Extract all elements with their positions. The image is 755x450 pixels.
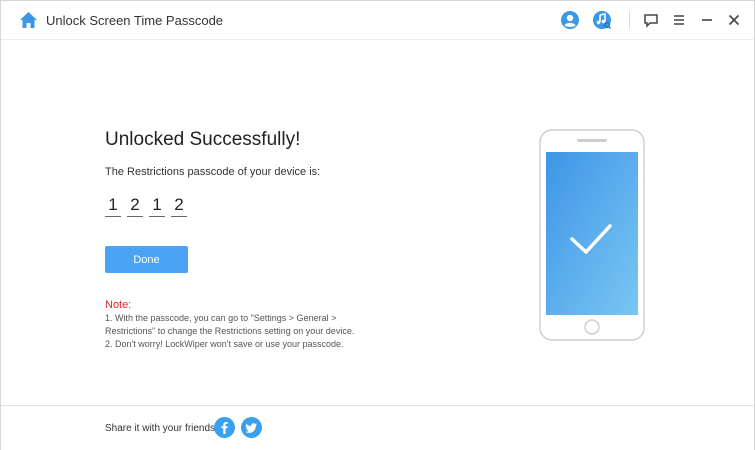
passcode-digit: 2: [171, 194, 187, 217]
passcode-description: The Restrictions passcode of your device…: [105, 166, 321, 178]
done-button[interactable]: Done: [105, 246, 188, 273]
close-icon[interactable]: [724, 10, 744, 30]
note-line: 1. With the passcode, you can go to "Set…: [105, 313, 337, 323]
music-search-icon[interactable]: [592, 10, 612, 30]
note-line: Restrictions" to change the Restrictions…: [105, 326, 355, 336]
facebook-icon[interactable]: [214, 417, 235, 438]
success-heading: Unlocked Successfully!: [105, 129, 301, 150]
app-window: Unlock Screen Time Passcode Unlocked Suc…: [0, 0, 755, 450]
home-icon[interactable]: [19, 11, 38, 29]
passcode-digit: 2: [127, 194, 143, 217]
passcode-digit: 1: [105, 194, 121, 217]
menu-icon[interactable]: [669, 10, 689, 30]
user-icon[interactable]: [560, 10, 580, 30]
note-title: Note:: [105, 299, 132, 311]
phone-success-illustration: [539, 129, 645, 341]
share-label: Share it with your friends:: [105, 423, 218, 434]
title-bar: Unlock Screen Time Passcode: [1, 1, 754, 40]
home-button-icon: [584, 319, 600, 335]
feedback-icon[interactable]: [641, 10, 661, 30]
window-title: Unlock Screen Time Passcode: [46, 13, 224, 28]
note-line: 2. Don't worry! LockWiper won't save or …: [105, 339, 344, 349]
toolbar-divider: [629, 11, 630, 29]
minimize-icon[interactable]: [697, 10, 717, 30]
passcode-digit: 1: [149, 194, 165, 217]
passcode-display: 1 2 1 2: [105, 194, 187, 217]
note-text: 1. With the passcode, you can go to "Set…: [105, 312, 375, 351]
share-footer: Share it with your friends:: [1, 405, 754, 450]
twitter-icon[interactable]: [241, 417, 262, 438]
